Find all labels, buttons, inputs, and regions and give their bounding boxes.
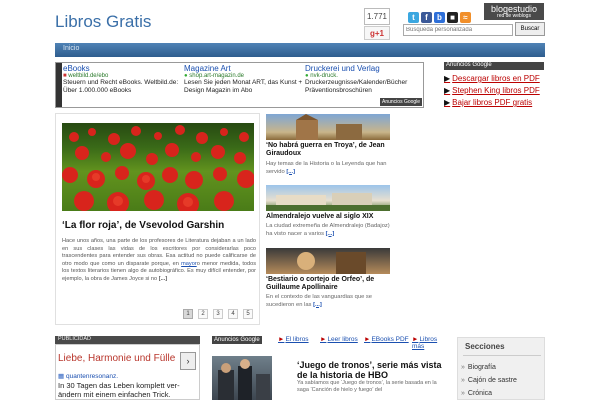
- sections-sidebar: Secciones » Biografía » Cajón de sastre » C…: [457, 337, 545, 400]
- navigation-bar: Inicio: [55, 43, 545, 57]
- bottom-ad-link[interactable]: ►Leer libros: [320, 336, 358, 343]
- featured-article: ‘La flor roja’, de Vsevolod Garshin Hace…: [55, 113, 260, 325]
- story-item: Almendralejo vuelve al siglo XIX La ciud…: [266, 185, 390, 241]
- section-link[interactable]: » Crónica: [461, 390, 492, 397]
- pub-ad-title[interactable]: Liebe, Harmonie und Fülle: [58, 353, 175, 364]
- bottom-ad-links: Anuncios Google ►El libros ►Leer libros …: [212, 336, 450, 350]
- bullet-arrow-icon: »: [461, 377, 465, 384]
- page-button[interactable]: 1: [183, 309, 193, 319]
- search-input[interactable]: [403, 24, 513, 36]
- arrow-icon: ▶: [444, 98, 451, 107]
- ad-desc: Steuern und Recht eBooks. Weltbild.de: Ü…: [63, 79, 179, 94]
- section-link-text[interactable]: Crónica: [468, 390, 492, 397]
- rss-icon[interactable]: ≈: [460, 12, 471, 23]
- ad-item[interactable]: eBooks ■ weltbild.de/ebo Steuern und Rec…: [63, 64, 183, 95]
- ad-item[interactable]: Magazine Art ● shop.art-magazin.de Lesen…: [184, 64, 304, 95]
- section-link[interactable]: » Biografía: [461, 364, 496, 371]
- sections-title: Secciones: [465, 342, 505, 351]
- right-ad-link-text[interactable]: Stephen King libros PDF: [452, 86, 540, 95]
- right-ad-link[interactable]: ▶ Descargar libros en PDF: [444, 74, 540, 83]
- google-ad-strip: eBooks ■ weltbild.de/ebo Steuern und Rec…: [55, 62, 424, 108]
- google-plus-button[interactable]: g+1: [364, 26, 390, 40]
- page-button[interactable]: 5: [243, 309, 253, 319]
- ad-title[interactable]: Druckerei und Verlag: [305, 64, 423, 73]
- read-more-link[interactable]: [...]: [286, 169, 295, 175]
- ad-item[interactable]: Druckerei und Verlag ● nvk-druck. Drucke…: [305, 64, 423, 95]
- bottom-ad-link[interactable]: ►Libros más: [412, 336, 450, 350]
- story-thumbnail[interactable]: [266, 248, 390, 274]
- pub-ad-url[interactable]: ▦ quantenresonanz.: [58, 372, 118, 380]
- right-ads-header[interactable]: Anuncios Google: [444, 62, 544, 70]
- story-text: Hay temas de la Historia o la Leyenda qu…: [266, 161, 387, 175]
- divider: [463, 355, 541, 356]
- nav-home-link[interactable]: Inicio: [59, 45, 83, 52]
- right-ad-link-text[interactable]: Bajar libros PDF gratis: [452, 98, 532, 107]
- ads-by-google-badge[interactable]: Anuncios Google: [212, 336, 262, 344]
- story-title[interactable]: ‘Bestiario o cortejo de Orfeo’, de Guill…: [266, 276, 390, 292]
- bottom-ad-link-text[interactable]: El libros: [285, 336, 308, 343]
- ad-title[interactable]: Magazine Art: [184, 64, 304, 73]
- ads-by-google-badge[interactable]: Anuncios Google: [380, 98, 423, 106]
- page-button[interactable]: 4: [228, 309, 238, 319]
- bottom-ad-link[interactable]: ►EBooks PDF: [364, 336, 409, 343]
- ad-desc: Druckerzeugnisse/Kalender/Bücher Prävent…: [305, 79, 408, 94]
- page-button[interactable]: 3: [213, 309, 223, 319]
- story-thumbnail[interactable]: [266, 185, 390, 211]
- pub-ad-text: In 30 Tagen das Leben komplett ver- ände…: [58, 381, 180, 399]
- story-item: ‘No habrá guerra en Troya’, de Jean Gira…: [266, 114, 390, 176]
- section-link[interactable]: » Cajón de sastre: [461, 377, 517, 384]
- site-title[interactable]: Libros Gratis: [55, 12, 151, 32]
- bottom-ad-link[interactable]: ►El libros: [278, 336, 309, 343]
- feature-image-red-flowers[interactable]: [62, 123, 254, 211]
- ad-desc: Lesen Sie jeden Monat ART, das Kunst + D…: [184, 79, 303, 94]
- blogestudio-logo[interactable]: blogestudio red de weblogs: [484, 3, 544, 20]
- feature-excerpt: Hace unos años, una parte de los profeso…: [62, 238, 256, 284]
- right-ad-link[interactable]: ▶ Stephen King libros PDF: [444, 86, 540, 95]
- read-more-link[interactable]: [...]: [313, 302, 322, 308]
- brand-sub: red de weblogs: [497, 13, 531, 19]
- twitter-icon[interactable]: t: [408, 12, 419, 23]
- section-link-text[interactable]: Cajón de sastre: [468, 377, 517, 384]
- pub-ad-url-text[interactable]: quantenresonanz.: [66, 373, 118, 380]
- bottom-story-thumbnail[interactable]: [212, 356, 272, 400]
- page-button[interactable]: 2: [198, 309, 208, 319]
- feature-inline-link[interactable]: mayor: [181, 261, 197, 267]
- read-more-link[interactable]: [...]: [159, 276, 167, 282]
- right-ad-link[interactable]: ▶ Bajar libros PDF gratis: [444, 98, 532, 107]
- bottom-ad-link-text[interactable]: Leer libros: [327, 336, 357, 343]
- next-arrow-icon[interactable]: ›: [180, 352, 196, 370]
- ad-strip-side-label: [56, 63, 62, 107]
- arrow-icon: ►: [278, 336, 285, 343]
- bottom-story-text: Ya sabíamos que ‘Juego de tronos’, la se…: [297, 380, 437, 393]
- bottom-story-title[interactable]: ‘Juego de tronos’, serie más vista de la…: [297, 360, 445, 380]
- bullet-arrow-icon: »: [461, 390, 465, 397]
- facebook-icon[interactable]: f: [421, 12, 432, 23]
- blogger-icon[interactable]: b: [434, 12, 445, 23]
- arrow-icon: ►: [320, 336, 327, 343]
- read-more-link[interactable]: [...]: [326, 231, 335, 237]
- bottom-ad-link-text[interactable]: EBooks PDF: [371, 336, 408, 343]
- section-link-text[interactable]: Biografía: [468, 364, 496, 371]
- delicious-icon[interactable]: ■: [447, 12, 458, 23]
- publicidad-header: PUBLICIDAD: [55, 336, 200, 344]
- arrow-icon: ►: [364, 336, 371, 343]
- arrow-icon: ▶: [444, 74, 451, 83]
- ad-favicon-icon: ▦: [58, 373, 65, 380]
- feature-title[interactable]: ‘La flor roja’, de Vsevolod Garshin: [62, 220, 256, 231]
- ad-title[interactable]: eBooks: [63, 64, 183, 73]
- arrow-icon: ►: [412, 336, 419, 343]
- search-button[interactable]: Buscar: [515, 22, 545, 36]
- story-title[interactable]: Almendralejo vuelve al siglo XIX: [266, 213, 390, 221]
- right-ad-link-text[interactable]: Descargar libros en PDF: [452, 74, 540, 83]
- bullet-arrow-icon: »: [461, 364, 465, 371]
- story-item: ‘Bestiario o cortejo de Orfeo’, de Guill…: [266, 248, 390, 310]
- story-thumbnail[interactable]: [266, 114, 390, 140]
- story-title[interactable]: ‘No habrá guerra en Troya’, de Jean Gira…: [266, 142, 390, 158]
- publicidad-ad[interactable]: Liebe, Harmonie und Fülle › ▦ quantenres…: [55, 344, 200, 400]
- arrow-icon: ▶: [444, 86, 451, 95]
- share-count: 1.771: [364, 8, 390, 25]
